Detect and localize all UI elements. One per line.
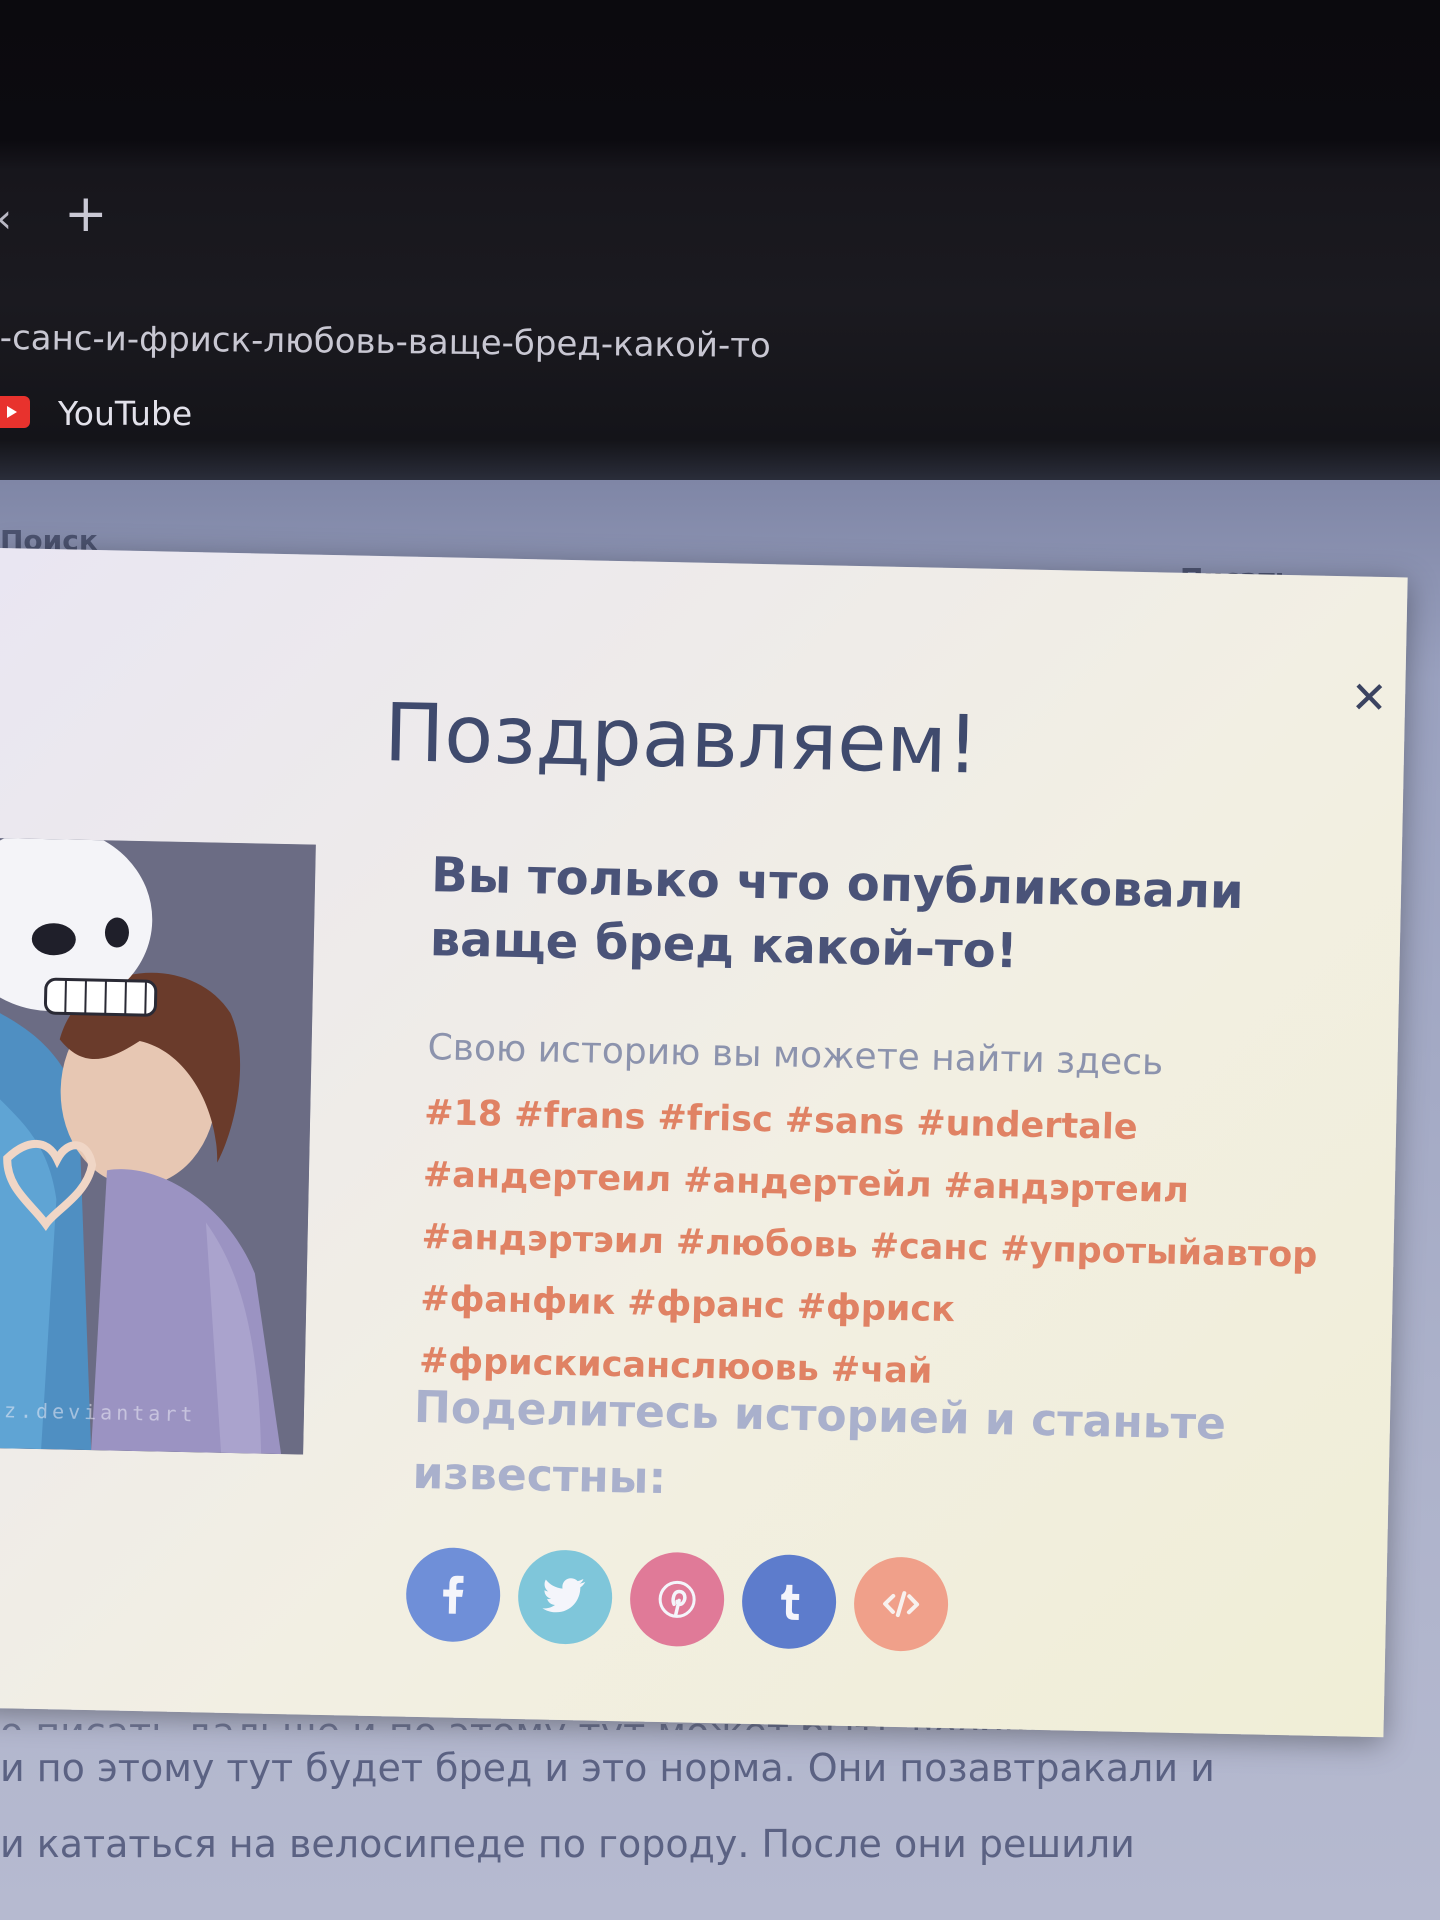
tag-link[interactable]: #frisc: [657, 1092, 773, 1146]
tag-link[interactable]: #франс: [627, 1277, 786, 1332]
facebook-icon: [443, 1575, 464, 1614]
embed-icon: [883, 1591, 920, 1618]
cover-artwork: [0, 837, 316, 1455]
tag-link[interactable]: #undertale: [916, 1097, 1138, 1154]
pinterest-share-button[interactable]: [629, 1551, 726, 1648]
twitter-share-button[interactable]: [517, 1549, 614, 1646]
tab-strip: [0, 180, 1440, 250]
story-line: и по этому тут будет бред и это норма. О…: [0, 1746, 1215, 1790]
bookmark-youtube[interactable]: YouTube: [58, 394, 192, 433]
story-line: и кататься на велосипеде по городу. Посл…: [0, 1822, 1135, 1866]
story-cover-image: nz.deviantart: [0, 837, 316, 1455]
tag-link[interactable]: #андэртэил: [421, 1211, 664, 1268]
publish-success-modal: ✕ Поздравляем! nz.deviantart Вы только ч…: [0, 548, 1408, 1738]
embed-share-button[interactable]: [853, 1556, 950, 1653]
twitter-icon: [542, 1578, 586, 1613]
tumblr-icon: [781, 1584, 800, 1620]
tag-link[interactable]: #андертеил: [422, 1149, 672, 1206]
tag-link[interactable]: #андертейл: [683, 1154, 932, 1211]
tag-link[interactable]: #sans: [784, 1095, 905, 1149]
tag-link[interactable]: #андэртеил: [943, 1160, 1189, 1217]
cover-watermark-text: nz.deviantart: [0, 1397, 197, 1427]
share-buttons: [405, 1546, 950, 1653]
youtube-icon[interactable]: [0, 396, 30, 428]
tab-scroll-left-icon[interactable]: ‹: [0, 196, 12, 242]
pinterest-icon: [658, 1580, 696, 1618]
tag-link[interactable]: #санс: [869, 1220, 989, 1274]
tumblr-share-button[interactable]: [741, 1553, 838, 1650]
find-story-label: Свою историю вы можете найти здесь: [427, 1027, 1164, 1084]
tag-link[interactable]: #frans: [514, 1089, 646, 1144]
tag-link[interactable]: #фанфик: [420, 1273, 616, 1329]
browser-chrome: ‹ + -санс-и-фриск-любовь-ваще-бред-какой…: [0, 0, 1440, 480]
new-tab-button[interactable]: +: [64, 188, 108, 240]
address-bar-url[interactable]: -санс-и-фриск-любовь-ваще-бред-какой-то: [0, 318, 1200, 371]
tag-link[interactable]: #упротыйавтор: [1000, 1223, 1318, 1282]
tag-link[interactable]: #18: [424, 1087, 503, 1141]
facebook-share-button[interactable]: [405, 1546, 502, 1643]
tag-link[interactable]: #любовь: [675, 1216, 859, 1272]
share-heading: Поделитесь историей и станьте известны:: [412, 1381, 1227, 1505]
tag-list: #18 #frans #frisc #sans #undertale #анде…: [419, 1087, 1345, 1406]
screen: ‹ + -санс-и-фриск-любовь-ваще-бред-какой…: [0, 0, 1440, 1920]
tag-link[interactable]: #фриск: [796, 1281, 955, 1336]
published-message: Вы только что опубликовали ваще бред как…: [429, 847, 1245, 980]
close-button[interactable]: ✕: [1347, 672, 1392, 724]
modal-title: Поздравляем!: [383, 686, 980, 792]
